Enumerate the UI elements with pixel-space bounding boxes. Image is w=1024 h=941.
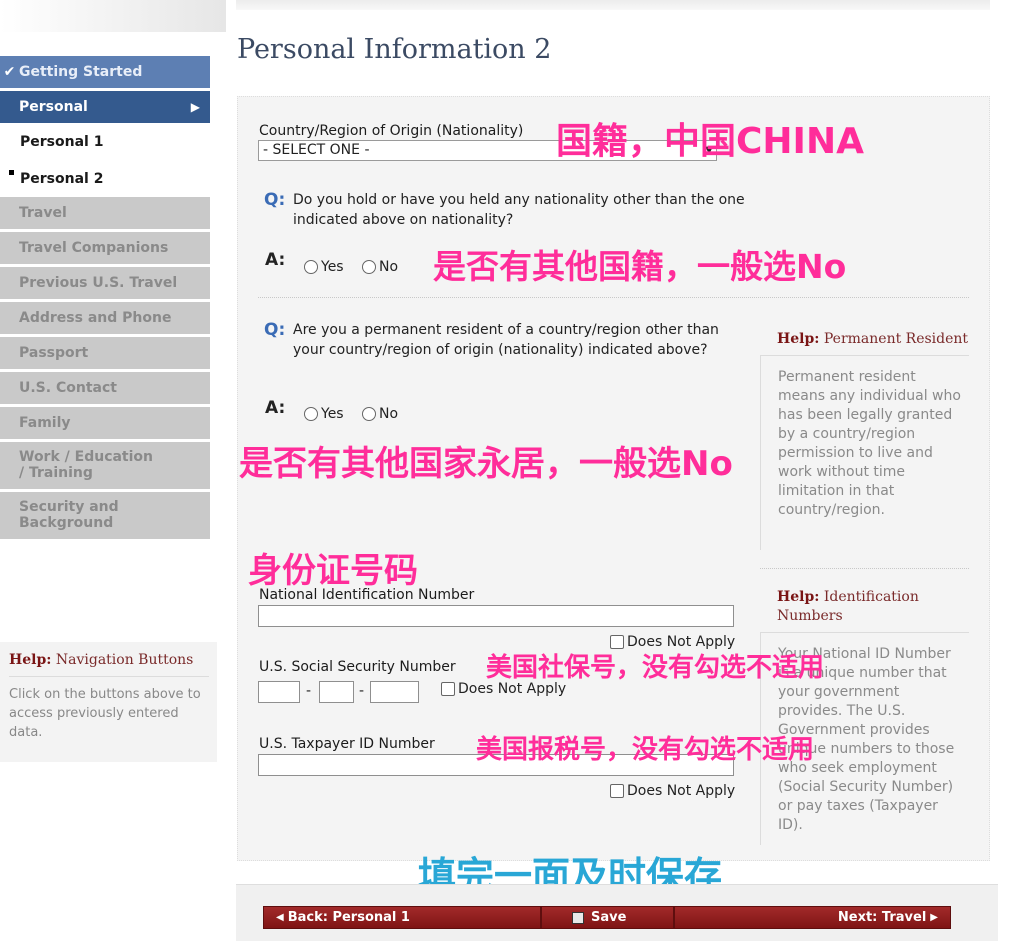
sidebar-item-label: Passport <box>19 345 89 361</box>
radio-circle-icon <box>304 407 318 421</box>
help-title-text: Navigation Buttons <box>55 652 194 668</box>
answer-marker: A: <box>265 250 286 270</box>
ssn-part2-input[interactable] <box>319 681 354 703</box>
sidebar-item-label: Personal 1 <box>20 133 104 150</box>
section-divider <box>258 297 969 298</box>
save-button[interactable]: Save <box>541 906 674 929</box>
sidebar-item-family[interactable]: Family <box>0 407 210 442</box>
navigation-help-box: Help: Navigation Buttons Click on the bu… <box>0 642 217 762</box>
annotation-permanent-resident: 是否有其他国家永居，一般选No <box>239 444 733 484</box>
top-strip <box>236 0 990 10</box>
sidebar-item-label: Security and Background <box>19 499 119 531</box>
checkbox-icon <box>441 682 455 696</box>
other-nationality-no-radio[interactable]: No <box>362 259 398 275</box>
page-title: Personal Information 2 <box>237 34 552 65</box>
sidebar-item-label: Travel <box>19 205 67 221</box>
ssn-part3-input[interactable] <box>370 681 419 703</box>
sidebar-item-passport[interactable]: Passport <box>0 337 210 372</box>
save-button-label: Save <box>591 910 627 925</box>
sidebar-item-travel[interactable]: Travel <box>0 197 210 232</box>
annotation-ssn: 美国社保号，没有勾选不适用 <box>486 653 825 683</box>
sidebar-item-personal-2[interactable]: Personal 2 <box>0 160 210 197</box>
floppy-disk-icon <box>572 911 584 924</box>
annotation-nationality: 国籍，中国CHINA <box>556 121 864 162</box>
sidebar-item-personal-1[interactable]: Personal 1 <box>0 123 210 160</box>
sidebar-item-label: Address and Phone <box>19 310 172 326</box>
help-body: Permanent resident means any individual … <box>760 356 969 550</box>
sidebar-item-label: U.S. Contact <box>19 380 117 396</box>
permanent-resident-yes-radio[interactable]: Yes <box>304 406 344 422</box>
help-title-text: Permanent Resident <box>823 331 969 347</box>
next-button-label: Next: Travel <box>837 910 927 925</box>
sidebar-top-fade <box>0 0 226 32</box>
nationality-label: Country/Region of Origin (Nationality) <box>259 123 524 139</box>
current-page-marker-icon <box>9 170 14 175</box>
permanent-resident-no-radio[interactable]: No <box>362 406 398 422</box>
sidebar-nav: ✔ Getting Started Personal ▶ Personal 1 … <box>0 56 210 542</box>
sidebar-item-security-background[interactable]: Security and Background <box>0 492 210 542</box>
other-nationality-yes-radio[interactable]: Yes <box>304 259 344 275</box>
annotation-id-number: 身份证号码 <box>248 551 418 591</box>
answer-marker: A: <box>265 398 286 418</box>
sidebar-item-address-phone[interactable]: Address and Phone <box>0 302 210 337</box>
national-id-input[interactable] <box>258 605 734 627</box>
annotation-tax: 美国报税号，没有勾选不适用 <box>476 735 815 765</box>
other-nationality-question: Do you hold or have you held any nationa… <box>293 192 745 228</box>
sidebar-item-personal[interactable]: Personal ▶ <box>0 91 210 123</box>
ssn-dash: - <box>359 683 365 699</box>
permanent-resident-help: Help: Permanent Resident Permanent resid… <box>760 324 969 550</box>
radio-label: Yes <box>321 259 344 275</box>
navigation-help-body: Click on the buttons above to access pre… <box>9 687 201 740</box>
sidebar-item-work-education[interactable]: Work / Education / Training <box>0 442 210 492</box>
sidebar-item-getting-started[interactable]: ✔ Getting Started <box>0 56 210 88</box>
next-button[interactable]: Next: Travel ▶ <box>674 906 951 929</box>
radio-circle-icon <box>362 407 376 421</box>
section-divider <box>760 568 969 569</box>
caret-right-icon: ▶ <box>930 912 938 923</box>
navigation-help-title: Help: Navigation Buttons <box>9 652 209 677</box>
sidebar-item-label: Personal <box>19 99 88 115</box>
help-prefix: Help: <box>777 589 820 605</box>
ssn-dash: - <box>306 683 312 699</box>
sidebar-item-label: Travel Companions <box>19 240 169 256</box>
sidebar-item-label: Work / Education / Training <box>19 449 154 481</box>
caret-right-icon: ▶ <box>190 100 200 114</box>
annotation-other-nationality: 是否有其他国籍，一般选No <box>433 247 847 286</box>
radio-circle-icon <box>304 260 318 274</box>
identification-help: Help: Identification Numbers Your Nation… <box>760 582 969 845</box>
sidebar-item-previous-us-travel[interactable]: Previous U.S. Travel <box>0 267 210 302</box>
sidebar-item-travel-companions[interactable]: Travel Companions <box>0 232 210 267</box>
radio-circle-icon <box>362 260 376 274</box>
help-prefix: Help: <box>777 331 820 347</box>
sidebar-item-label: Family <box>19 415 71 431</box>
taxpayer-does-not-apply-checkbox[interactable]: Does Not Apply <box>610 783 735 799</box>
caret-left-icon: ◀ <box>276 912 284 923</box>
back-button[interactable]: ◀ Back: Personal 1 <box>263 906 541 929</box>
nationality-select-value: - SELECT ONE - <box>263 142 370 158</box>
checkmark-icon: ✔ <box>3 64 16 80</box>
sidebar-item-label: Previous U.S. Travel <box>19 275 178 291</box>
sidebar-item-label: Personal 2 <box>20 170 104 187</box>
checkbox-icon <box>610 784 624 798</box>
help-prefix: Help: <box>9 652 52 668</box>
ssn-part1-input[interactable] <box>258 681 300 703</box>
help-title: Help: Identification Numbers <box>760 582 969 633</box>
checkbox-label: Does Not Apply <box>627 783 736 799</box>
sidebar-item-us-contact[interactable]: U.S. Contact <box>0 372 210 407</box>
sidebar-item-label: Getting Started <box>19 64 143 80</box>
question-marker: Q: <box>264 320 286 340</box>
permanent-resident-question: Are you a permanent resident of a countr… <box>293 322 719 358</box>
question-marker: Q: <box>264 190 286 210</box>
radio-label: No <box>379 259 399 275</box>
help-title: Help: Permanent Resident <box>760 324 969 356</box>
back-button-label: Back: Personal 1 <box>287 910 410 925</box>
radio-label: No <box>379 406 399 422</box>
taxpayer-id-label: U.S. Taxpayer ID Number <box>259 736 435 752</box>
radio-label: Yes <box>321 406 344 422</box>
ssn-label: U.S. Social Security Number <box>259 659 456 675</box>
